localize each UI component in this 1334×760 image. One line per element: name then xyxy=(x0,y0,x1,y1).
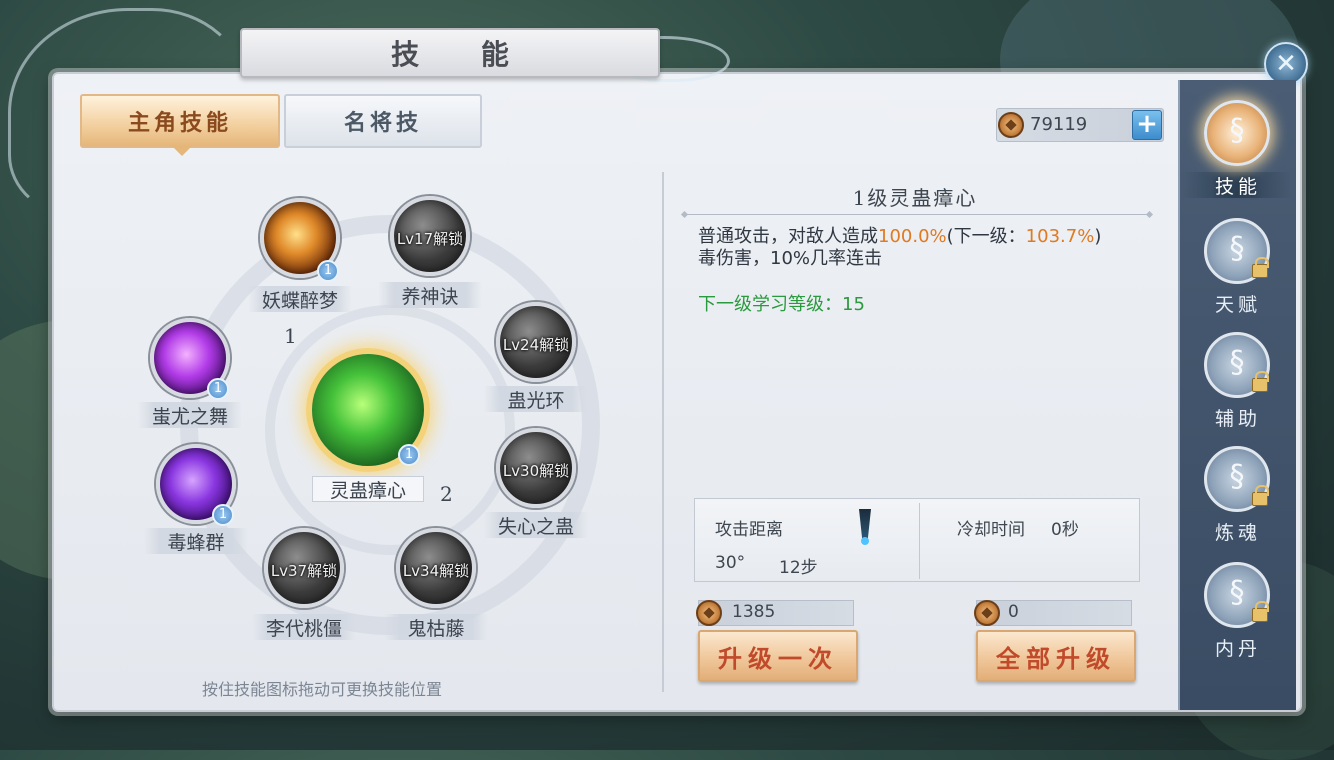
add-currency-button[interactable]: + xyxy=(1132,110,1162,140)
skill-label: 蛊光环 xyxy=(484,386,588,412)
skill-guiku-teng[interactable]: Lv34解锁 xyxy=(396,528,476,608)
skill-label: 李代桃僵 xyxy=(252,614,356,640)
sidebar-item-label: 炼魂 xyxy=(1214,522,1261,544)
lock-icon xyxy=(1252,371,1269,392)
desc-text: ) xyxy=(1094,226,1102,247)
attack-angle: 30° xyxy=(715,553,746,573)
lock-icon xyxy=(1252,257,1269,278)
slot-number-1: 1 xyxy=(284,324,297,348)
skill-label-selected: 灵蛊瘴心 xyxy=(312,476,424,502)
lock-icon xyxy=(1252,485,1269,506)
currency-value: 79119 xyxy=(1030,114,1088,135)
title-text: 技 能 xyxy=(391,38,535,71)
skill-level-badge: 1 xyxy=(207,378,229,400)
next-learn-level: 下一级学习等级：15 xyxy=(698,294,865,315)
title-underline xyxy=(684,214,1150,215)
skill-detail-title: 1级灵蛊瘴心 xyxy=(852,186,978,210)
skill-yangshen-jue[interactable]: Lv17解锁 xyxy=(390,196,470,276)
skill-level-badge: 1 xyxy=(317,260,339,282)
desc-line2: 毒伤害，10%几率连击 xyxy=(698,248,883,269)
cost-once-value: 1385 xyxy=(732,602,776,622)
dragon-emblem-icon: § xyxy=(1204,100,1270,166)
skill-level-badge: 1 xyxy=(212,504,234,526)
copper-coin-icon xyxy=(998,112,1024,138)
tab-main-skills[interactable]: 主角技能 xyxy=(80,94,280,156)
sidebar-item-label: 天赋 xyxy=(1214,294,1261,316)
desc-text: (下一级： xyxy=(946,226,1026,247)
desc-next-value: 103.7% xyxy=(1025,226,1095,247)
skill-label: 妖蝶醉梦 xyxy=(248,286,352,312)
cooldown-value: 0秒 xyxy=(1051,520,1079,540)
attack-steps: 12步 xyxy=(779,558,818,578)
copper-coin-icon xyxy=(974,600,1000,626)
skill-shixin-zhigu[interactable]: Lv30解锁 xyxy=(496,428,576,508)
upgrade-all-button[interactable]: 全部升级 xyxy=(976,630,1136,682)
sidebar-item-label: 技能 xyxy=(1214,176,1261,198)
sidebar-item-label: 辅助 xyxy=(1214,408,1261,430)
skill-unlock-level: Lv30解锁 xyxy=(502,462,570,480)
skill-label: 养神诀 xyxy=(378,282,482,308)
window-title: 技 能 xyxy=(240,28,660,78)
sidebar-item-label: 内丹 xyxy=(1214,638,1261,660)
slot-number-2: 2 xyxy=(440,482,453,506)
skill-label: 鬼枯藤 xyxy=(384,614,488,640)
upgrade-once-button[interactable]: 升级一次 xyxy=(698,630,858,682)
lock-icon xyxy=(1252,601,1269,622)
sidebar-item-skills[interactable]: § 技能 xyxy=(1194,100,1282,208)
skill-unlock-level: Lv17解锁 xyxy=(396,230,464,248)
sidebar-item-soul[interactable]: § 炼魂 xyxy=(1194,446,1282,554)
skill-unlock-level: Lv37解锁 xyxy=(270,562,338,580)
range-dot-icon xyxy=(861,537,869,545)
skill-unlock-level: Lv34解锁 xyxy=(402,562,470,580)
skill-unlock-level: Lv24解锁 xyxy=(502,336,570,354)
panel-divider xyxy=(662,172,664,692)
skill-label: 失心之蛊 xyxy=(484,512,588,538)
cost-all-value: 0 xyxy=(1008,602,1019,622)
sidebar-item-assist[interactable]: § 辅助 xyxy=(1194,332,1282,440)
cooldown-label: 冷却时间 xyxy=(957,520,1025,540)
skill-level-badge: 1 xyxy=(398,444,420,466)
plus-icon: + xyxy=(1136,109,1158,139)
close-icon: ✕ xyxy=(1275,49,1297,79)
skill-description: 普通攻击，对敌人造成100.0%(下一级：103.7%) 毒伤害，10%几率连击 xyxy=(698,226,1158,270)
skill-guguang-huan[interactable]: Lv24解锁 xyxy=(496,302,576,382)
tab-general-skills[interactable]: 名将技 xyxy=(284,94,482,148)
drag-hint-text: 按住技能图标拖动可更换技能位置 xyxy=(202,680,443,699)
skill-lidai-taojiang[interactable]: Lv37解锁 xyxy=(264,528,344,608)
copper-coin-icon xyxy=(696,600,722,626)
desc-text: 普通攻击，对敌人造成 xyxy=(698,226,878,247)
sidebar-item-inner-elixir[interactable]: § 内丹 xyxy=(1194,562,1282,670)
stats-divider xyxy=(919,503,920,579)
sidebar-item-talent[interactable]: § 天赋 xyxy=(1194,218,1282,326)
skill-stats-box: 攻击距离 30° 12步 冷却时间 0秒 xyxy=(694,498,1140,582)
attack-range-label: 攻击距离 xyxy=(715,520,783,540)
skill-label: 毒蜂群 xyxy=(144,528,248,554)
skill-label: 蚩尤之舞 xyxy=(138,402,242,428)
desc-damage-value: 100.0% xyxy=(878,226,947,247)
